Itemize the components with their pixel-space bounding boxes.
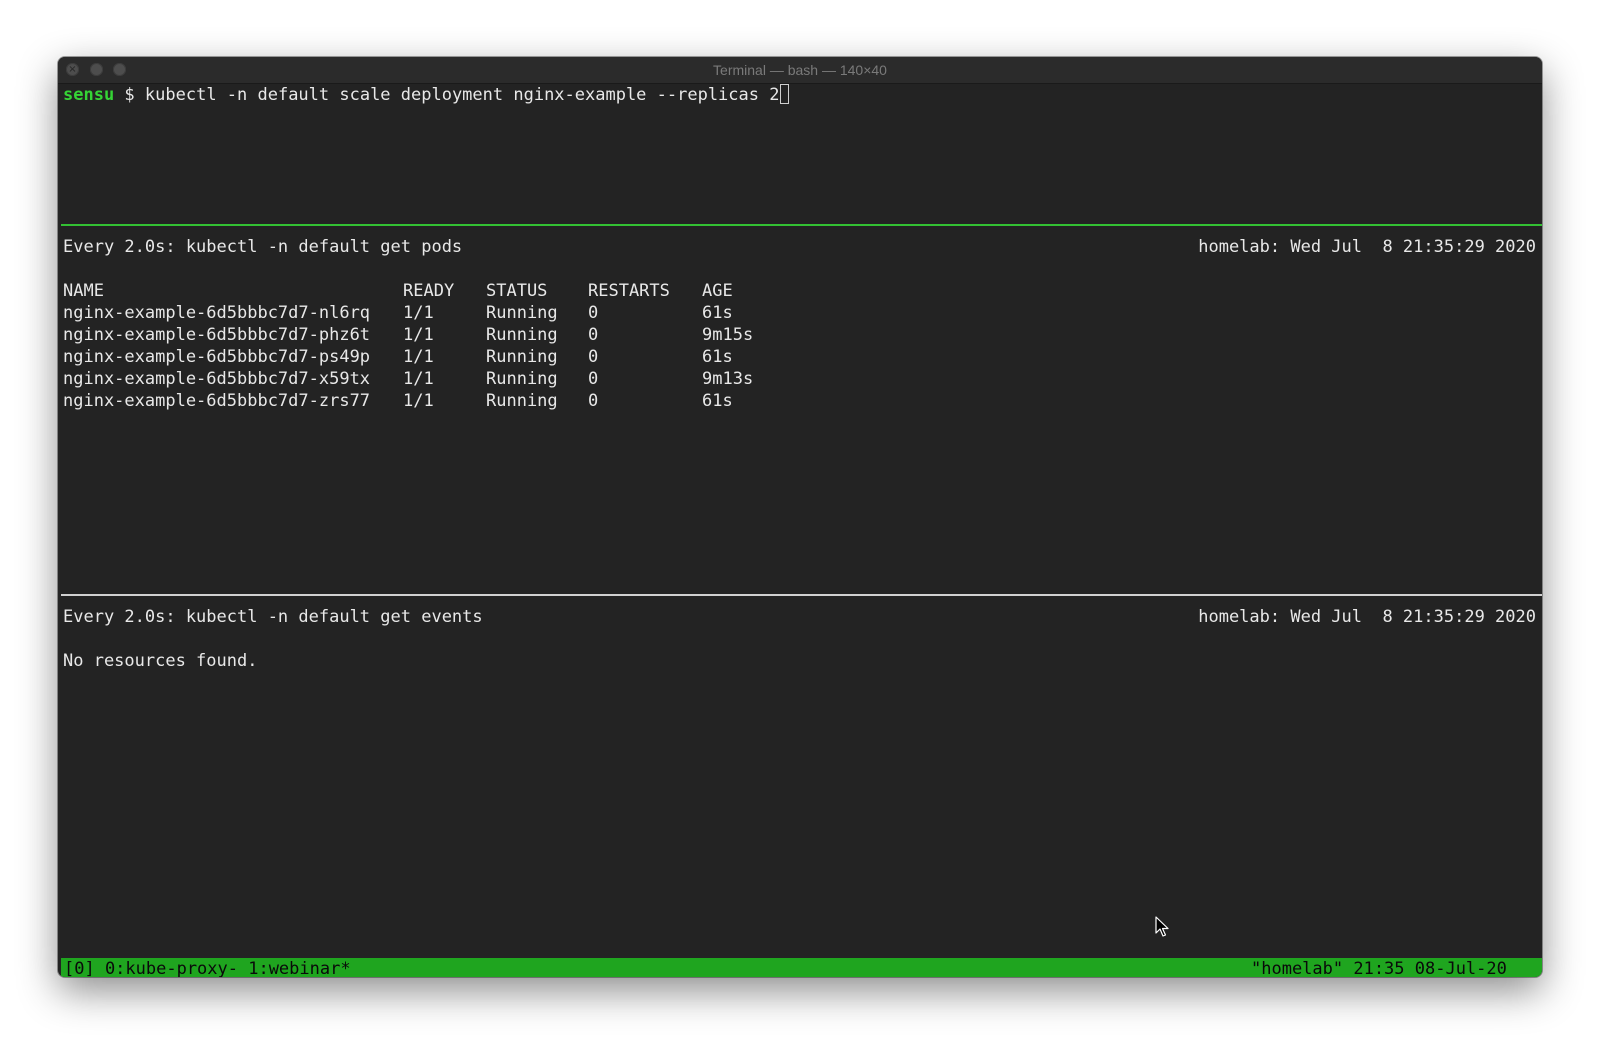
mouse-pointer-icon bbox=[1155, 916, 1169, 937]
col-header-status: STATUS bbox=[486, 281, 548, 301]
pod-age: 61s bbox=[702, 347, 733, 367]
prompt-user: sensu bbox=[63, 85, 115, 105]
prompt-line[interactable]: sensu $ kubectl -n default scale deploym… bbox=[63, 84, 790, 106]
pod-status: Running bbox=[486, 369, 558, 389]
pod-age: 61s bbox=[702, 303, 733, 323]
pod-age: 61s bbox=[702, 391, 733, 411]
title-bar[interactable]: × Terminal — bash — 140×40 bbox=[58, 57, 1542, 84]
prompt-symbol: $ bbox=[114, 85, 145, 105]
pod-name: nginx-example-6d5bbbc7d7-ps49p bbox=[63, 347, 371, 367]
pod-restarts: 0 bbox=[588, 325, 599, 345]
pods-watch-timestamp: homelab: Wed Jul 8 21:35:29 2020 bbox=[1198, 237, 1536, 257]
col-header-restarts: RESTARTS bbox=[588, 281, 670, 301]
pod-name: nginx-example-6d5bbbc7d7-zrs77 bbox=[63, 391, 371, 411]
pod-restarts: 0 bbox=[588, 303, 599, 323]
events-message: No resources found. bbox=[63, 651, 258, 671]
pod-name: nginx-example-6d5bbbc7d7-nl6rq bbox=[63, 303, 371, 323]
col-header-ready: READY bbox=[403, 281, 455, 301]
window-title: Terminal — bash — 140×40 bbox=[713, 62, 887, 78]
pod-age: 9m15s bbox=[702, 325, 754, 345]
events-watch-timestamp: homelab: Wed Jul 8 21:35:29 2020 bbox=[1198, 607, 1536, 627]
pods-watch-header: Every 2.0s: kubectl -n default get pods bbox=[63, 237, 463, 257]
pod-status: Running bbox=[486, 391, 558, 411]
pod-ready: 1/1 bbox=[403, 391, 434, 411]
prompt-command: kubectl -n default scale deployment ngin… bbox=[144, 85, 780, 105]
events-watch-header: Every 2.0s: kubectl -n default get event… bbox=[63, 607, 483, 627]
pod-ready: 1/1 bbox=[403, 369, 434, 389]
pod-name: nginx-example-6d5bbbc7d7-phz6t bbox=[63, 325, 371, 345]
pod-ready: 1/1 bbox=[403, 303, 434, 323]
pod-age: 9m13s bbox=[702, 369, 754, 389]
tmux-status-bar: [0] 0:kube-proxy- 1:webinar* "homelab" 2… bbox=[61, 958, 1542, 977]
pod-restarts: 0 bbox=[588, 391, 599, 411]
pod-status: Running bbox=[486, 303, 558, 323]
pod-ready: 1/1 bbox=[403, 325, 434, 345]
pod-status: Running bbox=[486, 347, 558, 367]
col-header-age: AGE bbox=[702, 281, 733, 301]
pane-divider[interactable] bbox=[61, 594, 1542, 596]
pane-divider-active[interactable] bbox=[61, 224, 1542, 226]
pod-restarts: 0 bbox=[588, 369, 599, 389]
text-cursor bbox=[780, 84, 790, 104]
tmux-status-right: "homelab" 21:35 08-Jul-20 bbox=[1251, 959, 1507, 977]
pod-restarts: 0 bbox=[588, 347, 599, 367]
col-header-name: NAME bbox=[63, 281, 104, 301]
pod-ready: 1/1 bbox=[403, 347, 434, 367]
tmux-window-list[interactable]: [0] 0:kube-proxy- 1:webinar* bbox=[64, 958, 351, 977]
pod-status: Running bbox=[486, 325, 558, 345]
terminal-window: × Terminal — bash — 140×40 sensu $ kubec… bbox=[58, 57, 1542, 977]
terminal-content[interactable]: sensu $ kubectl -n default scale deploym… bbox=[58, 84, 1542, 977]
pod-name: nginx-example-6d5bbbc7d7-x59tx bbox=[63, 369, 371, 389]
